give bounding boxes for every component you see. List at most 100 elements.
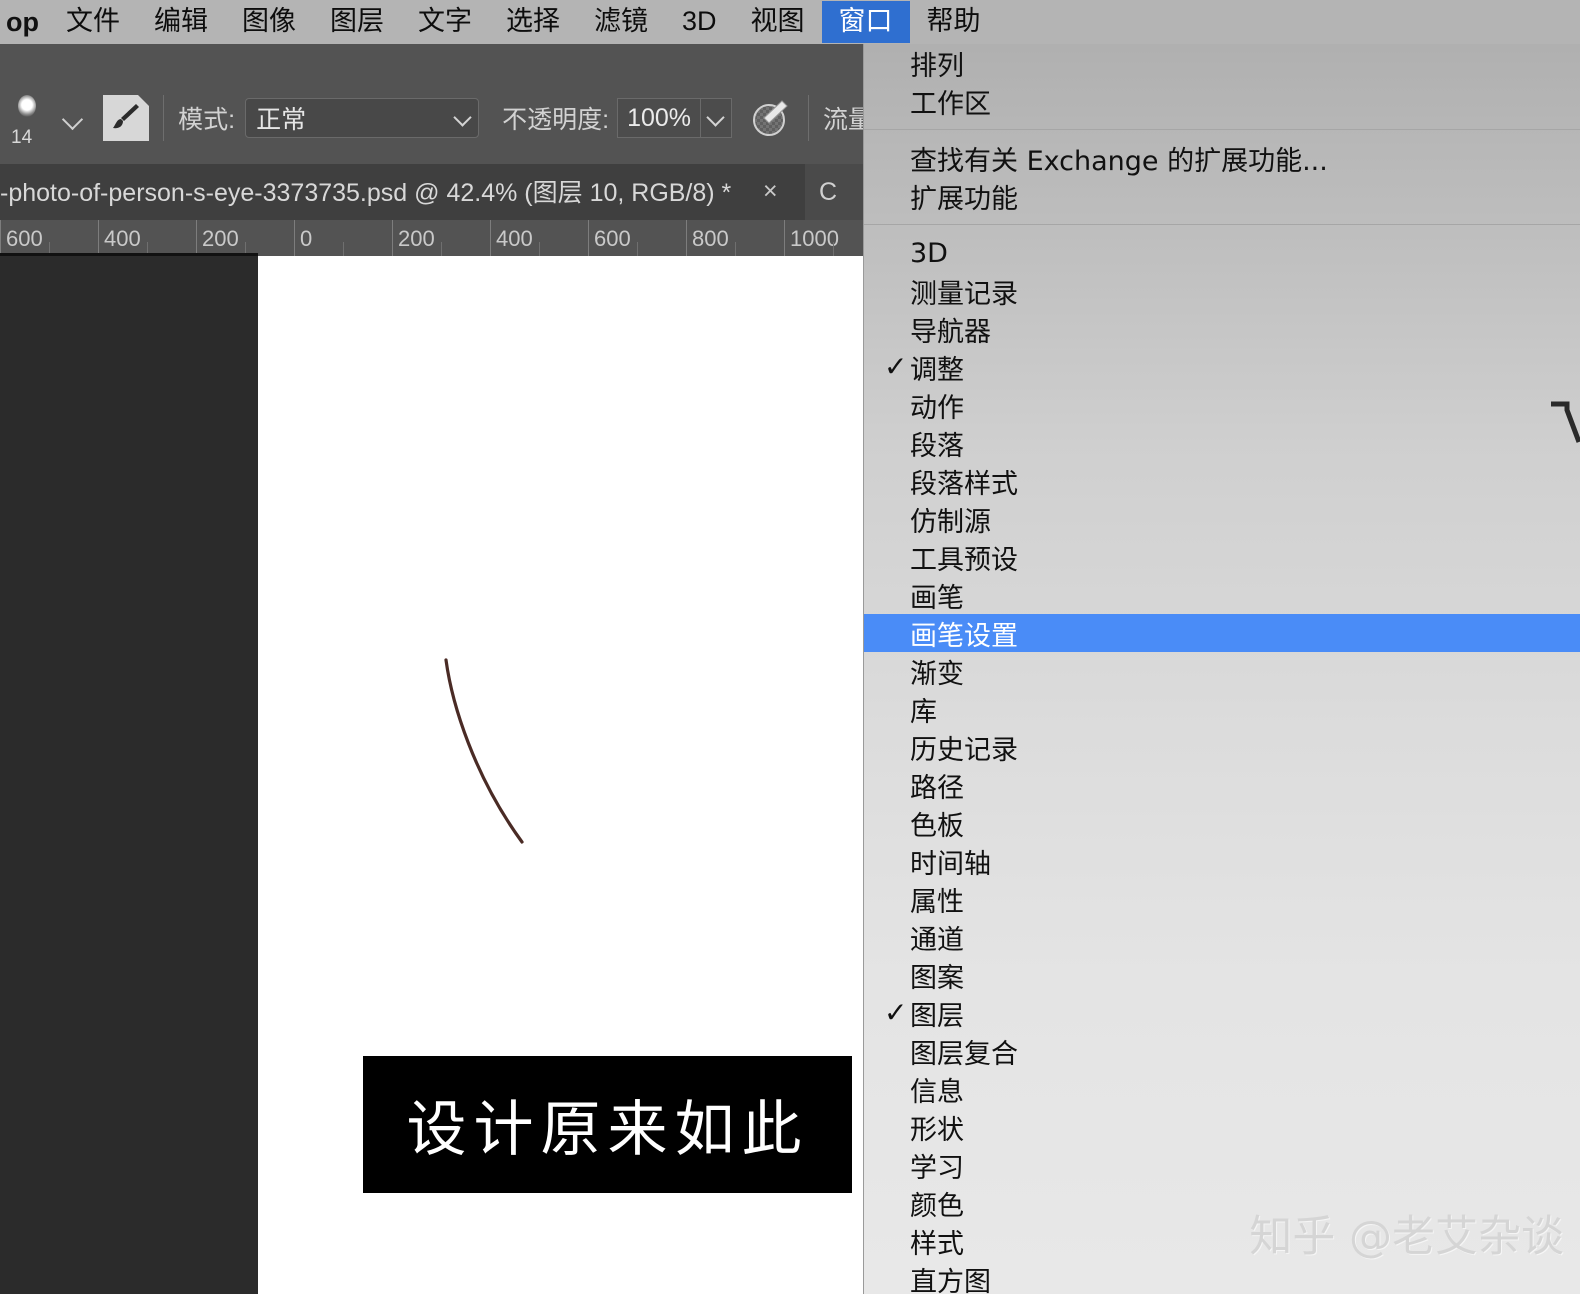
window-menu-item-label: 图层复合 — [910, 1038, 1018, 1070]
window-menu-item[interactable]: 色板 — [864, 804, 1580, 842]
ruler-major-tick — [196, 220, 197, 256]
window-menu-item[interactable]: 图层复合 — [864, 1032, 1580, 1070]
window-menu-item-label: 查找有关 Exchange 的扩展功能... — [910, 145, 1328, 177]
window-menu-item-label: 直方图 — [910, 1266, 991, 1294]
ruler-tick-label: 200 — [398, 226, 435, 251]
window-menu-item-label: 属性 — [910, 886, 964, 918]
watermark: 知乎 @老艾杂谈 — [1249, 1212, 1564, 1262]
window-menu-item-label: 调整 — [910, 354, 964, 386]
window-menu-item[interactable]: 工具预设 — [864, 538, 1580, 576]
ruler-major-tick — [490, 220, 491, 256]
text-layer-content: 设计原来如此 — [406, 1095, 809, 1165]
ruler-tick-label: 200 — [202, 226, 239, 251]
menu-bar-item-0[interactable]: 文件 — [49, 1, 137, 43]
window-menu-item[interactable]: 历史记录 — [864, 728, 1580, 766]
menu-bar-item-label: 滤镜 — [594, 6, 648, 36]
menu-bar-item-7[interactable]: 3D — [665, 1, 734, 43]
window-menu-item[interactable]: 测量记录 — [864, 272, 1580, 310]
blend-mode-select[interactable]: 正常 — [245, 98, 480, 138]
window-menu-item[interactable]: 画笔 — [864, 576, 1580, 614]
window-menu-item[interactable]: 仿制源 — [864, 500, 1580, 538]
text-layer-block[interactable]: 设计原来如此 — [363, 1056, 852, 1193]
window-menu-item[interactable]: 渐变 — [864, 652, 1580, 690]
window-menu-item[interactable]: 动作 — [864, 386, 1580, 424]
window-menu-item[interactable]: 路径 — [864, 766, 1580, 804]
window-menu-item[interactable]: ✓ 调整 — [864, 348, 1580, 386]
window-menu-item-label: 历史记录 — [910, 734, 1018, 766]
window-menu-item[interactable]: 属性 — [864, 880, 1580, 918]
menu-bar-item-label: 编辑 — [154, 6, 208, 36]
window-menu-item-label: 库 — [910, 696, 937, 728]
ruler-tick-label: 800 — [692, 226, 729, 251]
brush-preview[interactable]: 14 — [6, 87, 57, 149]
ruler-minor-tick — [833, 242, 834, 256]
window-menu-item-label: 信息 — [910, 1076, 964, 1108]
window-menu-item[interactable]: 直方图 — [864, 1260, 1580, 1294]
opacity-field[interactable]: 100% — [617, 98, 733, 138]
window-menu-item[interactable]: 3D — [864, 234, 1580, 272]
window-menu-item-label: 样式 — [910, 1228, 964, 1260]
document-tab-next[interactable]: C — [805, 164, 863, 220]
menu-bar-item-2[interactable]: 图像 — [225, 1, 313, 43]
window-menu-item-label: 渐变 — [910, 658, 964, 690]
window-menu-item[interactable]: 段落 — [864, 424, 1580, 462]
brush-size-value: 14 — [11, 127, 33, 148]
document-tab-active[interactable]: -photo-of-person-s-eye-3373735.psd @ 42.… — [0, 164, 805, 220]
menu-bar-item-9[interactable]: 窗口 — [821, 1, 910, 43]
ruler-tick-label: 0 — [300, 226, 313, 251]
window-menu-item[interactable]: 段落样式 — [864, 462, 1580, 500]
window-menu-item[interactable]: 库 — [864, 690, 1580, 728]
window-menu-item[interactable]: 学习 — [864, 1146, 1580, 1184]
brush-preset-icon[interactable] — [103, 95, 150, 141]
window-menu-item[interactable]: 信息 — [864, 1070, 1580, 1108]
ruler-major-tick — [0, 220, 1, 256]
document-canvas[interactable]: 设计原来如此 — [258, 256, 863, 1294]
ruler-major-tick — [588, 220, 589, 256]
ruler-minor-tick — [441, 242, 442, 256]
window-menu-item[interactable]: 排列 — [864, 44, 1580, 82]
window-menu-dropdown[interactable]: 排列工作区查找有关 Exchange 的扩展功能... 扩展功能 3D 测量记录导航器… — [863, 44, 1580, 1294]
window-menu-item[interactable]: 导航器 — [864, 310, 1580, 348]
menu-bar: op 文件 编辑 图像 图层 文字 选择 滤镜 3D 视图 窗口 帮助 — [0, 0, 1580, 44]
ruler-tick-label: 600 — [6, 226, 43, 251]
menu-bar-item-3[interactable]: 图层 — [313, 1, 401, 43]
window-menu-item[interactable]: 时间轴 — [864, 842, 1580, 880]
opacity-value: 100% — [627, 103, 692, 132]
menu-bar-item-1[interactable]: 编辑 — [137, 1, 225, 43]
window-menu-item-label: 图案 — [910, 962, 964, 994]
menu-bar-item-10[interactable]: 帮助 — [910, 1, 998, 43]
opacity-chevron-down-icon[interactable] — [701, 99, 731, 137]
menu-bar-item-5[interactable]: 选择 — [489, 1, 577, 43]
ruler-minor-tick — [637, 242, 638, 256]
window-menu-item-label: 形状 — [910, 1114, 964, 1146]
ruler-minor-tick — [539, 242, 540, 256]
window-menu-item[interactable]: 通道 — [864, 918, 1580, 956]
menu-bar-item-4[interactable]: 文字 — [401, 1, 489, 43]
window-menu-item[interactable]: 扩展功能 — [864, 177, 1580, 215]
menu-bar-item-8[interactable]: 视图 — [734, 1, 822, 43]
window-menu-item[interactable]: 工作区 — [864, 82, 1580, 120]
brush-preset-chevron-down-icon[interactable] — [57, 101, 91, 135]
window-menu-item[interactable]: 图案 — [864, 956, 1580, 994]
window-menu-item-label: 通道 — [910, 924, 964, 956]
window-menu-item[interactable]: ✓ 图层 — [864, 994, 1580, 1032]
window-menu-item[interactable]: 形状 — [864, 1108, 1580, 1146]
window-menu-item-label: 画笔设置 — [910, 620, 1018, 652]
airbrush-icon[interactable] — [748, 95, 794, 141]
ruler-major-tick — [686, 220, 687, 256]
ruler-major-tick — [98, 220, 99, 256]
window-menu-item-label: 工作区 — [910, 88, 991, 120]
menu-bar-item-label: 文件 — [66, 6, 120, 36]
ruler-tick-label: 400 — [104, 226, 141, 251]
window-menu-item[interactable]: 画笔设置 — [864, 614, 1580, 652]
window-menu-item-label: 颜色 — [910, 1190, 964, 1222]
menu-bar-item-6[interactable]: 滤镜 — [577, 1, 665, 43]
window-menu-item-label: 导航器 — [910, 316, 991, 348]
menu-bar-item-label: 选择 — [506, 6, 560, 36]
menu-separator — [864, 129, 1580, 130]
ruler-major-tick — [784, 220, 785, 256]
close-icon[interactable]: × — [757, 177, 783, 206]
checkmark-icon: ✓ — [884, 351, 908, 382]
window-menu-item[interactable]: 查找有关 Exchange 的扩展功能... — [864, 139, 1580, 177]
ruler-tick-label: 1000 — [790, 226, 839, 251]
